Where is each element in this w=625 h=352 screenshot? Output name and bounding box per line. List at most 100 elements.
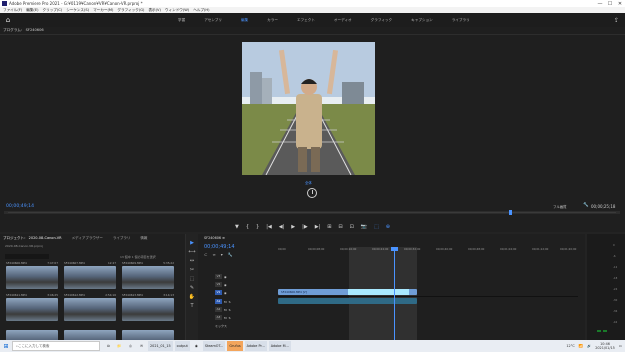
track-select-tool-icon[interactable]: ⟷	[188, 249, 195, 255]
tab-color[interactable]: カラー	[267, 18, 278, 23]
program-timecode[interactable]: 00;00;49;14	[6, 204, 34, 209]
vr-toggle-button[interactable]: ⊡	[350, 224, 354, 230]
tab-audio[interactable]: オーディオ	[334, 18, 352, 23]
taskbar-search-box[interactable]: ⌕ ここに入力して検索	[12, 341, 100, 351]
tab-captions[interactable]: キャプション	[411, 18, 433, 23]
menu-window[interactable]: ウィンドウ(W)	[165, 8, 189, 13]
slip-tool-icon[interactable]: ⬚	[190, 276, 195, 282]
go-to-out-button[interactable]: ▶|	[315, 224, 321, 230]
project-search-input[interactable]	[5, 254, 49, 259]
sequence-tab[interactable]: SF240606 ≡	[204, 236, 225, 240]
wrench-icon[interactable]: 🔧	[583, 203, 589, 208]
tab-learning[interactable]: 学習	[178, 18, 185, 23]
mail-icon[interactable]: ✉	[137, 341, 146, 351]
minimize-button[interactable]: —	[595, 1, 605, 7]
taskbar-app-output[interactable]: output	[174, 341, 190, 351]
tab-libraries[interactable]: ライブラリ	[452, 18, 470, 23]
ripple-edit-tool-icon[interactable]: ↔	[190, 258, 194, 264]
menu-view[interactable]: 表示(V)	[148, 8, 160, 13]
video-clip[interactable]: SF240606.MP4 [V]	[278, 289, 417, 295]
tab-editing[interactable]: 編集	[241, 18, 248, 23]
timeline-timecode[interactable]: 00;00;49;14	[204, 244, 235, 250]
mark-in-button[interactable]: {	[246, 224, 249, 230]
solo-button[interactable]: S	[229, 316, 231, 320]
settings-icon[interactable]: 🔧	[228, 252, 233, 257]
explorer-icon[interactable]: 📁	[115, 341, 124, 351]
menu-graphics[interactable]: グラフィック(G)	[117, 8, 144, 13]
menu-edit[interactable]: 編集(E)	[26, 8, 38, 13]
clip-thumbnail[interactable]: SF240612.MP4 2:54;16	[64, 293, 116, 321]
solo-button[interactable]: S	[229, 308, 231, 312]
network-icon[interactable]: 📶	[579, 344, 583, 348]
windows-start-icon[interactable]: ⊞	[0, 343, 12, 350]
selection-tool-icon[interactable]: ▶	[190, 240, 194, 246]
export-frame-button[interactable]: 📷	[361, 224, 367, 230]
taskbar-app-premiere[interactable]: Adobe Pr...	[244, 341, 267, 351]
extract-button[interactable]: ⊟	[338, 224, 342, 230]
zoom-select[interactable]: 全体	[305, 180, 312, 185]
tab-libraries-panel[interactable]: ライブラリ	[113, 236, 131, 241]
share-icon[interactable]: ⇪	[614, 17, 619, 24]
eye-icon[interactable]: ◉	[224, 291, 227, 295]
time-ruler[interactable]: 00;00 00;00;08;00 00;00;16;00 00;00;24;0…	[278, 247, 578, 257]
taskbar-app-media-encoder[interactable]: Adobe M...	[268, 341, 291, 351]
add-marker-button[interactable]: ▼	[235, 224, 239, 230]
tab-media-browser[interactable]: メディアブラウザー	[72, 236, 103, 241]
add-marker-icon[interactable]: ▾	[221, 252, 223, 257]
type-tool-icon[interactable]: T	[190, 303, 193, 309]
chrome-icon[interactable]: ◉	[192, 341, 201, 351]
clip-thumbnail[interactable]: SF240606.MP4 7:47;07	[6, 261, 58, 289]
mute-button[interactable]: M	[224, 300, 227, 304]
volume-icon[interactable]: 🔊	[587, 344, 591, 348]
track-toggle[interactable]: A3	[215, 315, 222, 320]
program-scrub-bar[interactable]	[4, 210, 620, 215]
track-toggle[interactable]: V1	[215, 290, 222, 295]
razor-tool-icon[interactable]: ✂	[190, 267, 194, 273]
tab-assembly[interactable]: アセンブリ	[204, 18, 222, 23]
program-video-frame[interactable]	[242, 42, 375, 175]
pen-tool-icon[interactable]: ✎	[190, 285, 194, 291]
tab-effects[interactable]: エフェクト	[297, 18, 315, 23]
taskbar-app-folder[interactable]: 2021_01_15	[148, 341, 173, 351]
hand-tool-icon[interactable]: ✋	[189, 294, 195, 300]
menu-marker[interactable]: マーカー(M)	[93, 8, 113, 13]
clip-thumbnail[interactable]: SF240609.MP4 5:35;22	[122, 261, 174, 289]
task-view-icon[interactable]: ⧉	[104, 341, 113, 351]
button-editor-button[interactable]: ⊕	[386, 224, 390, 230]
step-forward-button[interactable]: |▶	[302, 224, 308, 230]
home-icon[interactable]: ⌂	[0, 16, 16, 24]
maximize-button[interactable]: ☐	[605, 1, 615, 7]
track-toggle[interactable]: A1	[215, 299, 222, 304]
play-button[interactable]: ▶	[291, 224, 295, 230]
eye-icon[interactable]: ◉	[224, 275, 227, 279]
menu-help[interactable]: ヘルプ(H)	[193, 8, 209, 13]
menu-sequence[interactable]: シーケンス(S)	[66, 8, 89, 13]
clip-thumbnail[interactable]: SF240611.MP4 3:46;25	[6, 293, 58, 321]
tab-info[interactable]: 情報	[140, 236, 147, 241]
vr-video-button[interactable]: ⬚	[374, 224, 379, 230]
track-toggle[interactable]: V3	[215, 274, 222, 279]
track-toggle[interactable]: V2	[215, 282, 222, 287]
taskbar-app-grufus[interactable]: Grufus	[227, 341, 243, 351]
solo-button[interactable]: S	[229, 300, 231, 304]
clip-thumbnail[interactable]: SF240613.MP4 3:14;13	[122, 293, 174, 321]
edge-icon[interactable]: ◎	[126, 341, 135, 351]
step-back-button[interactable]: ◀|	[279, 224, 285, 230]
snap-icon[interactable]: ⊂	[204, 252, 207, 257]
weather-temp[interactable]: 12°C	[566, 344, 574, 348]
menu-file[interactable]: ファイル(F)	[3, 8, 22, 13]
audio-clip[interactable]	[278, 298, 417, 304]
lift-button[interactable]: ⊞	[327, 224, 331, 230]
clip-thumbnail[interactable]: SF240607.MP4 12:27	[64, 261, 116, 289]
menu-clip[interactable]: クリップ(C)	[43, 8, 63, 13]
selected-clip-region[interactable]	[348, 289, 409, 295]
playback-resolution-select[interactable]: フル画質	[553, 204, 567, 209]
linked-selection-icon[interactable]: ∞	[212, 252, 215, 257]
track-toggle[interactable]: A2	[215, 307, 222, 312]
taskbar-app-steam[interactable]: SteamOT...	[202, 341, 226, 351]
timeline-playhead[interactable]	[394, 247, 395, 341]
notification-icon[interactable]: ▭	[619, 344, 622, 348]
playhead-marker[interactable]	[509, 210, 513, 215]
tab-project[interactable]: プロジェクト： 2020-08-Canon-VR	[3, 236, 62, 241]
close-button[interactable]: ✕	[615, 1, 625, 7]
